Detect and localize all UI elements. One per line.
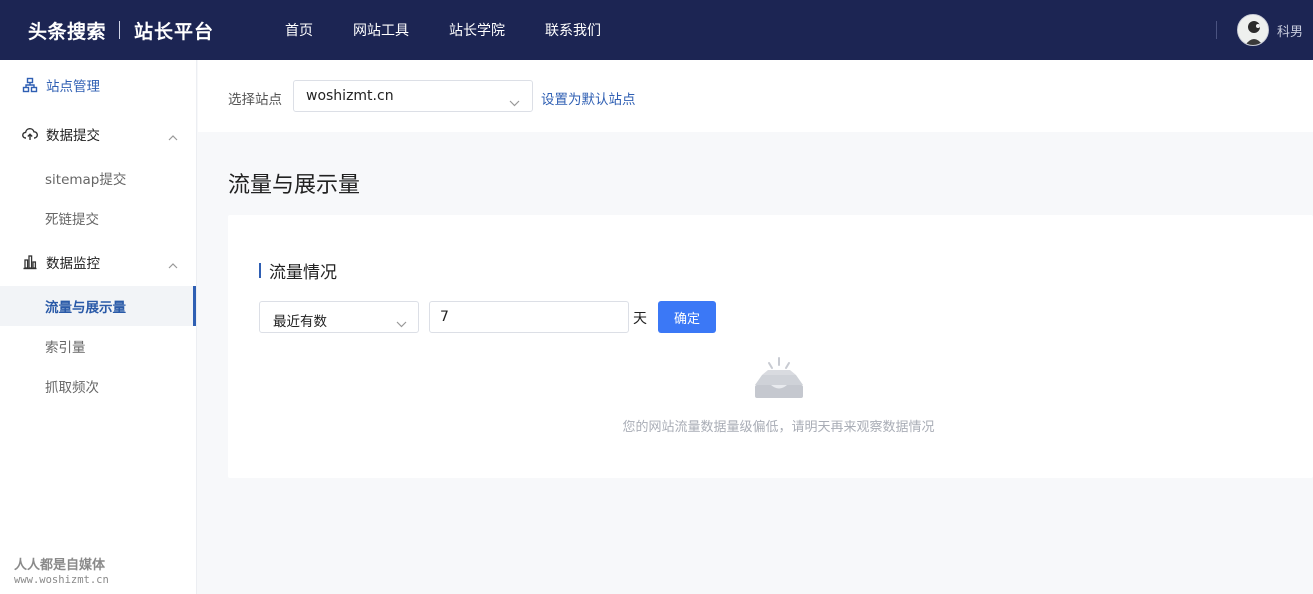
sidebar-group-label: 数据提交	[46, 128, 100, 144]
watermark-url: www.woshizmt.cn	[14, 574, 109, 586]
sidebar-group-label: 数据监控	[46, 256, 100, 272]
days-unit-label: 天	[633, 311, 647, 327]
sidebar-item-deadlink-submit[interactable]: 死链提交	[0, 198, 196, 238]
sidebar-item-label: 站点管理	[46, 79, 100, 95]
sitemap-icon	[22, 77, 38, 93]
nav-site-tools[interactable]: 网站工具	[353, 20, 409, 40]
section-title: 流量情况	[269, 262, 337, 283]
avatar[interactable]	[1236, 14, 1269, 46]
brand-primary: 头条搜索	[28, 20, 107, 43]
top-navigation-bar: 头条搜索 站长平台 首页 网站工具 站长学院 联系我们 科男	[0, 0, 1313, 60]
brand-logo[interactable]: 头条搜索 站长平台	[28, 17, 214, 43]
site-select-label: 选择站点	[228, 92, 282, 108]
username[interactable]: 科男	[1277, 21, 1303, 40]
nav-contact-us[interactable]: 联系我们	[545, 20, 601, 40]
days-input[interactable]	[429, 301, 629, 333]
sidebar-item-site-management[interactable]: 站点管理	[0, 60, 196, 110]
empty-state-message: 您的网站流量数据量级偏低，请明天再来观察数据情况	[622, 420, 935, 435]
watermark-title: 人人都是自媒体	[14, 558, 106, 573]
site-select-dropdown[interactable]: woshizmt.cn	[293, 80, 533, 112]
main-content: 选择站点 woshizmt.cn 设置为默认站点 流量与展示量 流量情况 最近有…	[198, 60, 1313, 594]
avatar-icon	[1237, 15, 1268, 45]
chevron-up-icon	[168, 257, 178, 273]
nav-webmaster-academy[interactable]: 站长学院	[449, 20, 505, 40]
brand-divider	[119, 21, 121, 39]
nav-home[interactable]: 首页	[285, 20, 313, 40]
site-select-value: woshizmt.cn	[306, 88, 394, 104]
header-divider	[1215, 21, 1217, 39]
sidebar-item-traffic[interactable]: 流量与展示量	[0, 286, 196, 326]
cloud-upload-icon	[22, 126, 38, 142]
page-title: 流量与展示量	[228, 173, 361, 198]
user-area: 科男	[1215, 0, 1313, 60]
traffic-card: 流量情况 最近有数 天 确定 您的网站流量数据量级偏低，请明天再来观察数据情况	[228, 215, 1313, 478]
chevron-up-icon	[168, 129, 178, 145]
watermark: 人人都是自媒体 www.woshizmt.cn	[14, 554, 109, 586]
sidebar-group-data-monitor[interactable]: 数据监控	[0, 238, 196, 286]
chevron-down-icon	[396, 313, 407, 332]
confirm-button[interactable]: 确定	[658, 301, 716, 333]
set-default-site-link[interactable]: 设置为默认站点	[541, 88, 636, 108]
bar-chart-icon	[22, 254, 38, 270]
sidebar-item-crawl-frequency[interactable]: 抓取频次	[0, 366, 196, 406]
sidebar-group-data-submit[interactable]: 数据提交	[0, 110, 196, 158]
sidebar-item-index-count[interactable]: 索引量	[0, 326, 196, 366]
section-header: 流量情况	[259, 261, 337, 283]
site-selector-bar: 选择站点 woshizmt.cn 设置为默认站点	[198, 60, 1313, 132]
sidebar-item-sitemap-submit[interactable]: sitemap提交	[0, 158, 196, 198]
chevron-down-icon	[509, 92, 520, 111]
time-range-select[interactable]: 最近有数	[259, 301, 419, 333]
sidebar: 站点管理 数据提交 sitemap提交 死链提交 数据监控 流量与展示量 索引量…	[0, 60, 197, 594]
section-accent-bar	[259, 262, 261, 278]
empty-box-icon	[752, 355, 806, 405]
brand-secondary: 站长平台	[134, 20, 215, 43]
time-range-value: 最近有数	[273, 314, 327, 330]
main-nav: 首页 网站工具 站长学院 联系我们	[285, 0, 641, 60]
